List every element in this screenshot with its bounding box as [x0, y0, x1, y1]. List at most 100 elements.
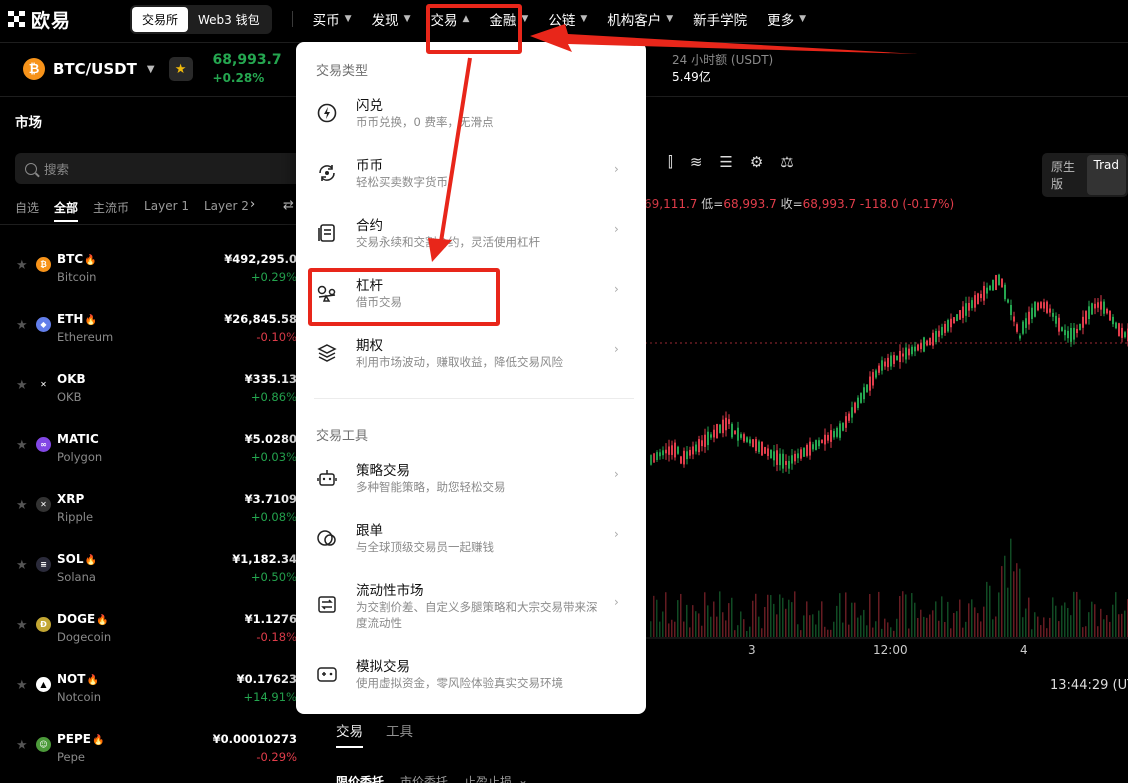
chevron-down-icon[interactable]: ⌄ [518, 773, 528, 783]
favorite-star-icon[interactable]: ★ [16, 618, 28, 633]
indicator-icon[interactable]: ≋ [690, 153, 703, 171]
nav-institutional[interactable]: 机构客户 ▼ [597, 9, 683, 29]
market-search-input[interactable]: 搜索 [15, 153, 305, 184]
coin-price: ¥492,295.0 [224, 252, 297, 266]
scale-icon[interactable]: ⚖ [780, 153, 793, 171]
nav-chain[interactable]: 公链 ▼ [538, 9, 597, 29]
volume-bar [968, 603, 970, 637]
filter-tab-favorites[interactable]: 自选 [15, 199, 39, 216]
okx-logo-mark-icon [8, 10, 25, 28]
layers-icon [317, 344, 337, 362]
volume-bar [1061, 605, 1063, 637]
volume-bar [851, 602, 853, 637]
tab-tp-sl[interactable]: 止盈止损 [464, 773, 512, 783]
filter-tab-layer1[interactable]: Layer 1 [144, 199, 189, 216]
gamepad-icon [317, 667, 337, 682]
market-row[interactable]: ★ Ð DOGE🔥 Dogecoin ¥1.1276 -0.18% [0, 601, 312, 661]
market-row[interactable]: ★ ∞ MATIC Polygon ¥5.0280 +0.03% [0, 421, 312, 481]
market-row[interactable]: ★ ✕ XRP Ripple ¥3.7109 +0.08% [0, 481, 312, 541]
volume-bar [1049, 617, 1051, 637]
trading-pair[interactable]: BTC/USDT [53, 60, 137, 78]
filter-tab-all[interactable]: 全部 [54, 199, 79, 222]
volume-bar [758, 616, 760, 637]
favorite-star-icon[interactable]: ★ [16, 438, 28, 453]
favorite-star-icon[interactable]: ★ [16, 738, 28, 753]
volume-bar [989, 585, 991, 637]
swap-icon[interactable]: ⇄ [283, 198, 294, 213]
chevron-down-icon[interactable]: ▼ [147, 64, 155, 75]
candle-body [704, 434, 706, 447]
okx-logo[interactable]: 欧易 [8, 6, 118, 33]
menu-item-liquidity-market[interactable]: 流动性市场 为交割价差、自定义多腿策略和大宗交易带来深度流动性 › [296, 577, 646, 637]
volume-bar [902, 591, 904, 637]
tab-tools[interactable]: 工具 [386, 720, 413, 740]
view-tradingview-button[interactable]: Trad [1086, 155, 1126, 195]
gear-icon[interactable]: ⚙ [750, 153, 763, 171]
candle-body [1037, 302, 1039, 311]
favorite-star-icon[interactable]: ★ [16, 558, 28, 573]
tab-trade[interactable]: 交易 [336, 720, 363, 748]
candle-body [722, 419, 724, 434]
nav-more[interactable]: 更多 ▼ [757, 9, 816, 29]
volume-bar [725, 620, 727, 637]
coin-change: -0.29% [256, 750, 297, 764]
volume-bar [812, 614, 814, 637]
menu-item-flash-swap[interactable]: 闪兑 币币兑换，0 费率，无滑点 [296, 92, 646, 142]
candle-body [866, 384, 868, 393]
volume-bar [749, 626, 751, 637]
candle-body [1088, 306, 1090, 320]
ohlc-delta: -118.0 (-0.17%) [859, 197, 955, 211]
market-row[interactable]: ★ ≡ SOL🔥 Solana ¥1,182.34 +0.50% [0, 541, 312, 601]
candle-type-icon[interactable]: ⫿ [668, 153, 673, 171]
coin-change: -0.18% [256, 630, 297, 644]
tab-market-order[interactable]: 市价委托 [400, 773, 448, 783]
candle-body [851, 407, 853, 418]
menu-item-copy-trading[interactable]: 跟单 与全球顶级交易员一起赚钱 › [296, 517, 646, 567]
nav-learn[interactable]: 新手学院 [683, 9, 757, 29]
favorite-star-icon[interactable]: ★ [16, 678, 28, 693]
volume-bar [1043, 617, 1045, 637]
nav-discover[interactable]: 发现 ▼ [362, 9, 421, 29]
candle-body [809, 441, 811, 456]
volume-bar [704, 592, 706, 637]
filter-tab-major[interactable]: 主流币 [93, 199, 129, 216]
menu-item-options[interactable]: 期权 利用市场波动，赚取收益，降低交易风险 › [296, 332, 646, 382]
favorite-star-icon[interactable]: ★ [16, 258, 28, 273]
menu-item-spot[interactable]: 币币 轻松买卖数字货币 › [296, 152, 646, 202]
favorite-star-icon[interactable]: ★ [16, 378, 28, 393]
view-original-button[interactable]: 原生版 [1044, 155, 1087, 195]
volume-bar [908, 628, 910, 637]
favorite-star-icon[interactable]: ★ [16, 318, 28, 333]
volume-bar [722, 612, 724, 637]
coin-name: OKB [57, 390, 82, 404]
filter-tab-layer2[interactable]: Layer 2 [204, 199, 249, 216]
candle-body [680, 456, 682, 464]
market-row[interactable]: ★ ₿ BTC🔥 Bitcoin ¥492,295.0 +0.29% [0, 241, 312, 301]
candle-body [989, 285, 991, 290]
volume-block: 24 小时额 (USDT) 5.49亿 [672, 52, 773, 86]
candle-body [656, 452, 658, 460]
chevron-right-icon: › [614, 467, 619, 481]
favorite-star-icon[interactable]: ★ [168, 57, 193, 81]
volume-bar [941, 596, 943, 637]
market-row[interactable]: ★ ✕ OKB OKB ¥335.13 +0.86% [0, 361, 312, 421]
candle-body [689, 449, 691, 456]
candle-body [1049, 308, 1051, 313]
menu-item-trading-bots[interactable]: 策略交易 多种智能策略，助您轻松交易 › [296, 457, 646, 507]
nav-buy-crypto[interactable]: 买币 ▼ [303, 9, 362, 29]
web3-wallet-tab[interactable]: Web3 钱包 [188, 7, 270, 32]
candle-body [881, 360, 883, 371]
market-row[interactable]: ★ ☺ PEPE🔥 Pepe ¥0.00010273 -0.29% [0, 721, 312, 781]
market-row[interactable]: ★ ▲ NOT🔥 Notcoin ¥0.17623 +14.91% [0, 661, 312, 721]
exchange-tab[interactable]: 交易所 [132, 6, 189, 32]
drawing-list-icon[interactable]: ☰ [719, 153, 732, 171]
candle-body [977, 293, 979, 304]
menu-item-futures[interactable]: 合约 交易永续和交割合约，灵活使用杠杆 › [296, 212, 646, 262]
chevron-right-icon[interactable]: › [250, 197, 255, 212]
volume-bar [731, 597, 733, 637]
tab-limit-order[interactable]: 限价委托 [336, 773, 384, 783]
nav-label: 更多 [767, 13, 795, 29]
market-row[interactable]: ★ ◆ ETH🔥 Ethereum ¥26,845.58 -0.10% [0, 301, 312, 361]
favorite-star-icon[interactable]: ★ [16, 498, 28, 513]
menu-item-demo-trading[interactable]: 模拟交易 使用虚拟资金，零风险体验真实交易环境 [296, 653, 646, 703]
